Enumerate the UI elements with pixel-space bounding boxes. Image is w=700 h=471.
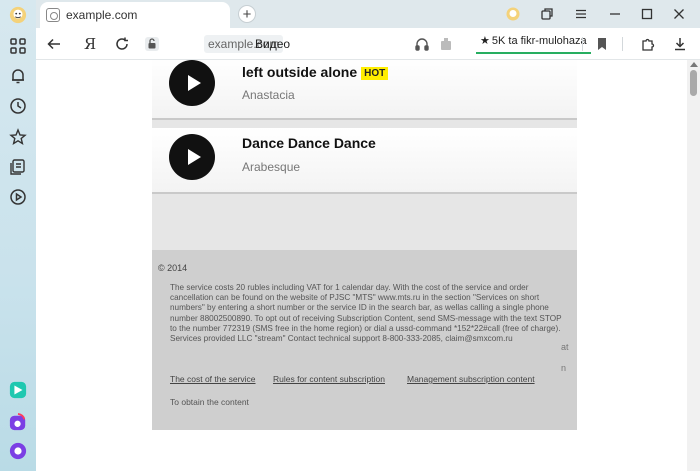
maximize-icon[interactable]: [636, 4, 658, 24]
toolbar-divider: [582, 37, 583, 51]
messenger-app-icon[interactable]: [8, 380, 28, 400]
obtain-content-text: To obtain the content: [170, 397, 249, 407]
tab-title: example.com: [66, 8, 138, 22]
notifications-bell-icon[interactable]: [8, 66, 28, 86]
link-subscription-rules[interactable]: Rules for content subscription: [273, 374, 385, 384]
browser-sidebar: [0, 0, 36, 471]
tabs-overview-icon[interactable]: [536, 4, 558, 24]
music-app-icon[interactable]: [8, 412, 28, 432]
site-reviews-button[interactable]: ★ 5K ta fikr-mulohaza: [476, 32, 591, 54]
extensions-puzzle-icon[interactable]: [638, 34, 658, 54]
downloads-icon[interactable]: [670, 34, 690, 54]
scroll-thumb[interactable]: [690, 70, 697, 96]
legal-text: The service costs 20 rubles including VA…: [170, 283, 562, 344]
clipped-text-fragment: n: [561, 363, 567, 373]
bookmark-flag-icon[interactable]: [592, 34, 612, 54]
toolbar-divider: [622, 37, 623, 51]
url-page-title[interactable]: Видео: [255, 35, 290, 53]
tab-example[interactable]: example.com: [40, 2, 230, 28]
play-button[interactable]: [169, 60, 215, 106]
video-play-icon[interactable]: [8, 187, 28, 207]
minimize-icon[interactable]: [604, 4, 626, 24]
menu-hamburger-icon[interactable]: [570, 4, 592, 24]
tab-strip: example.com +: [36, 0, 700, 28]
link-manage-subscription[interactable]: Management subscription content: [407, 374, 535, 384]
track-row[interactable]: left outside alone HOT Anastacia: [152, 60, 577, 120]
play-button[interactable]: [169, 134, 215, 180]
browser-toolbar: Я example.com Видео ★ 5K ta fikr-mulohaza: [36, 28, 700, 60]
track-title: Dance Dance Dance: [242, 135, 376, 151]
copyright: © 2014: [158, 263, 188, 273]
link-service-cost[interactable]: The cost of the service: [170, 374, 256, 384]
back-arrow-icon[interactable]: [44, 34, 64, 54]
headphones-icon[interactable]: [412, 34, 432, 54]
services-grid-icon[interactable]: [8, 36, 28, 56]
site-favicon-icon: [46, 8, 60, 22]
close-window-icon[interactable]: [668, 4, 690, 24]
track-artist: Arabesque: [242, 160, 301, 174]
page-viewport: left outside alone HOT Anastacia Dance Da…: [36, 60, 687, 471]
reload-icon[interactable]: [112, 34, 132, 54]
reader-mode-icon[interactable]: [436, 34, 456, 54]
profile-avatar-small-icon[interactable]: [502, 4, 524, 24]
alice-assistant-icon[interactable]: [8, 441, 28, 461]
yandex-home-button[interactable]: Я: [80, 34, 100, 54]
track-artist: Anastacia: [242, 88, 295, 102]
history-clock-icon[interactable]: [8, 96, 28, 116]
site-security-lock-icon[interactable]: [142, 34, 162, 54]
reviews-label: 5K ta fikr-mulohaza: [491, 35, 587, 47]
track-title: left outside alone HOT: [242, 64, 389, 80]
page-content: left outside alone HOT Anastacia Dance Da…: [152, 60, 577, 430]
clipped-text-fragment: at: [561, 342, 569, 352]
page-footer: © 2014 The service costs 20 rubles inclu…: [152, 250, 577, 430]
new-tab-button[interactable]: +: [238, 5, 256, 23]
track-row[interactable]: Dance Dance Dance Arabesque: [152, 128, 577, 194]
hot-badge: HOT: [361, 67, 389, 80]
profile-avatar-icon[interactable]: [8, 5, 28, 25]
page-scrollbar[interactable]: [687, 60, 700, 471]
collections-icon[interactable]: [8, 157, 28, 177]
bookmarks-star-icon[interactable]: [8, 127, 28, 147]
reviews-star-icon: ★: [480, 35, 490, 47]
scroll-up-arrow-icon[interactable]: [690, 62, 698, 67]
